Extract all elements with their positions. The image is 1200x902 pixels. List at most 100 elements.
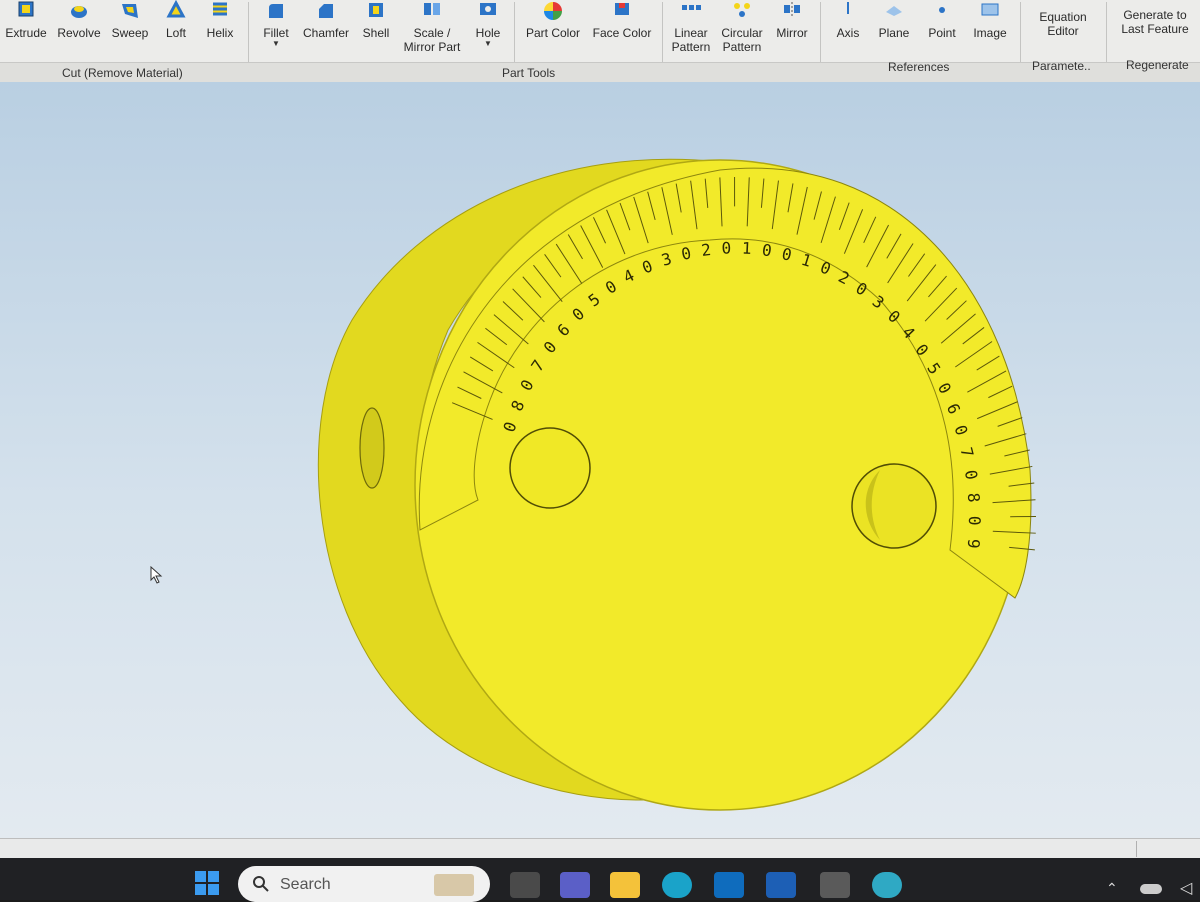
extrude-icon [15, 0, 37, 22]
dial-hole-left [510, 428, 590, 508]
group-part-tools-label: Part Tools [502, 66, 555, 80]
status-panel [1136, 841, 1200, 857]
send-icon[interactable]: ◁ [1180, 878, 1192, 898]
shell-button[interactable]: Shell [356, 0, 396, 60]
ribbon-toolbar: Extrude Revolve Sweep Loft Helix Fillet … [0, 0, 1200, 83]
hole-label: Hole [468, 26, 508, 40]
dial-scale-label: 8 [964, 492, 984, 503]
sweep-button[interactable]: Sweep [108, 0, 152, 60]
group-parameters-label: Paramete.. [1032, 59, 1091, 73]
generate-label: Generate to Last Feature [1110, 8, 1200, 36]
sweep-label: Sweep [108, 26, 152, 40]
scale-mirror-label: Scale / Mirror Part [398, 26, 466, 54]
fillet-icon [265, 0, 287, 22]
image-label: Image [966, 26, 1014, 40]
shell-icon [365, 0, 387, 22]
search-icon [252, 875, 270, 893]
helix-button[interactable]: Helix [200, 0, 240, 60]
dial-hole-right [852, 464, 936, 548]
hole-button[interactable]: Hole ▼ [468, 0, 508, 60]
revolve-button[interactable]: Revolve [54, 0, 104, 60]
helix-icon [209, 0, 231, 22]
dial-part-model[interactable]: 08070605040302010010203040506070809 [0, 82, 1200, 838]
circular-pattern-icon [731, 0, 753, 22]
extrude-button[interactable]: Extrude [4, 0, 48, 60]
file-explorer-icon[interactable] [610, 872, 640, 898]
chamfer-icon [315, 0, 337, 22]
fillet-label: Fillet [256, 26, 296, 40]
group-references-label: References [888, 60, 949, 74]
search-label: Search [280, 876, 331, 894]
teams-icon[interactable] [560, 872, 590, 898]
sweep-icon [119, 0, 141, 22]
dial-scale-label: 0 [965, 516, 984, 526]
circular-pattern-label: Circular Pattern [718, 26, 766, 54]
search-highlight-image [434, 874, 474, 896]
plane-button[interactable]: Plane [872, 0, 916, 60]
equation-editor-icon [1052, 0, 1074, 6]
helix-label: Helix [200, 26, 240, 40]
plane-label: Plane [872, 26, 916, 40]
mirror-label: Mirror [770, 26, 814, 40]
loft-button[interactable]: Loft [156, 0, 196, 60]
image-icon [979, 0, 1001, 22]
equation-editor-button[interactable]: Equation Editor [1026, 0, 1100, 60]
hole-icon [477, 0, 499, 22]
outlook-icon[interactable] [714, 872, 744, 898]
calculator-icon[interactable] [820, 872, 850, 898]
linear-pattern-label: Linear Pattern [666, 26, 716, 54]
equation-editor-label: Equation Editor [1026, 10, 1100, 38]
scale-mirror-icon [421, 0, 443, 22]
shell-label: Shell [356, 26, 396, 40]
part-color-button[interactable]: Part Color [522, 0, 584, 60]
status-bar [0, 838, 1200, 859]
cortana-icon[interactable] [872, 872, 902, 898]
mirror-button[interactable]: Mirror [770, 0, 814, 60]
word-icon[interactable] [766, 872, 796, 898]
revolve-icon [68, 0, 90, 22]
face-color-icon [611, 0, 633, 22]
revolve-label: Revolve [54, 26, 104, 40]
axis-icon [837, 0, 859, 22]
point-label: Point [922, 26, 962, 40]
linear-pattern-button[interactable]: Linear Pattern [666, 0, 716, 60]
loft-label: Loft [156, 26, 196, 40]
axis-button[interactable]: Axis [828, 0, 868, 60]
mouse-cursor-icon [150, 566, 164, 584]
face-color-label: Face Color [588, 26, 656, 40]
dial-scale-label: 0 [721, 238, 731, 257]
loft-icon [165, 0, 187, 22]
task-view-icon[interactable] [510, 872, 540, 898]
group-cut-label: Cut (Remove Material) [62, 66, 183, 80]
part-color-label: Part Color [522, 26, 584, 40]
3d-viewport[interactable]: 08070605040302010010203040506070809 [0, 82, 1200, 838]
chevron-down-icon[interactable]: ▼ [468, 40, 508, 48]
dial-side-hole [360, 408, 384, 488]
mirror-icon [781, 0, 803, 22]
dial-scale-label: 9 [964, 538, 984, 549]
generate-icon [1144, 0, 1166, 4]
group-regenerate-label: Regenerate [1126, 58, 1189, 72]
ribbon-group-labels: Cut (Remove Material) Part Tools Referen… [0, 62, 1200, 83]
chevron-down-icon[interactable]: ▼ [256, 40, 296, 48]
part-color-icon [542, 0, 564, 22]
axis-label: Axis [828, 26, 868, 40]
face-color-button[interactable]: Face Color [588, 0, 656, 60]
scale-mirror-button[interactable]: Scale / Mirror Part [398, 0, 466, 60]
chamfer-label: Chamfer [300, 26, 352, 40]
generate-last-feature-button[interactable]: Generate to Last Feature [1110, 0, 1200, 60]
dial-scale-label: 1 [741, 239, 752, 258]
fillet-button[interactable]: Fillet ▼ [256, 0, 296, 60]
image-button[interactable]: Image [966, 0, 1014, 60]
chamfer-button[interactable]: Chamfer [300, 0, 352, 60]
plane-icon [883, 0, 905, 22]
point-button[interactable]: Point [922, 0, 962, 60]
cloud-icon[interactable] [1140, 884, 1162, 894]
circular-pattern-button[interactable]: Circular Pattern [718, 0, 766, 60]
tray-chevron-icon[interactable]: ⌃ [1106, 880, 1118, 897]
taskbar-search-box[interactable]: Search [238, 866, 490, 902]
edge-icon[interactable] [662, 872, 692, 898]
windows-start-icon[interactable] [194, 870, 220, 896]
point-icon [931, 0, 953, 22]
windows-taskbar [0, 858, 1200, 900]
